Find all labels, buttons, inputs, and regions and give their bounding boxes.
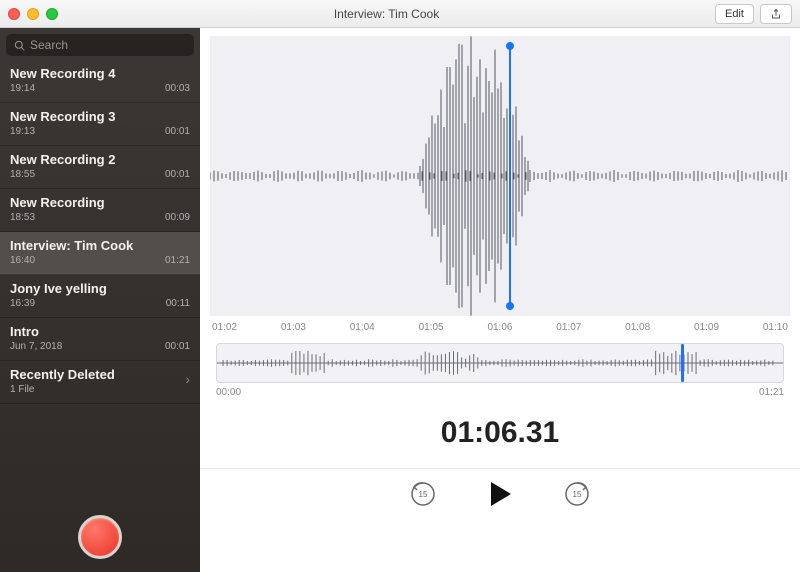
play-icon <box>485 479 515 509</box>
window-titlebar: Interview: Tim Cook Edit <box>0 0 800 28</box>
timeline-tick: 01:10 <box>763 322 788 333</box>
recording-name: New Recording 4 <box>10 66 190 81</box>
recording-duration: 00:11 <box>166 298 190 309</box>
recording-duration: 00:01 <box>165 341 190 352</box>
window-title: Interview: Tim Cook <box>58 7 715 21</box>
recording-name: New Recording 2 <box>10 152 190 167</box>
recording-name: New Recording <box>10 195 190 210</box>
recording-time: 18:53 <box>10 212 35 223</box>
timeline-tick: 01:02 <box>212 322 237 333</box>
close-window-button[interactable] <box>8 8 20 20</box>
playhead-handle-bottom[interactable] <box>506 302 514 310</box>
scrub-start-time: 00:00 <box>216 387 241 398</box>
waveform-detail[interactable] <box>210 36 790 316</box>
play-button[interactable] <box>485 479 515 509</box>
recording-duration: 00:01 <box>165 126 190 137</box>
timeline-tick: 01:04 <box>350 322 375 333</box>
timeline-ruler: 01:02 01:03 01:04 01:05 01:06 01:07 01:08 01:09… <box>200 316 800 343</box>
window-traffic-lights <box>8 8 58 20</box>
skip-forward-icon: 15 <box>563 480 591 508</box>
recording-time: 19:14 <box>10 83 35 94</box>
record-button[interactable] <box>78 515 122 559</box>
timeline-tick: 01:03 <box>281 322 306 333</box>
recording-time: 18:55 <box>10 169 35 180</box>
search-input[interactable]: Search <box>6 34 194 56</box>
edit-button[interactable]: Edit <box>715 4 754 24</box>
timeline-tick: 01:08 <box>625 322 650 333</box>
playback-controls: 15 15 <box>200 468 800 527</box>
recording-name: Jony Ive yelling <box>10 281 190 296</box>
svg-text:15: 15 <box>573 490 582 499</box>
timeline-tick: 01:06 <box>487 322 512 333</box>
recording-row[interactable]: Intro Jun 7, 2018 00:01 <box>0 318 200 361</box>
recently-deleted-row[interactable]: Recently Deleted 1 File › <box>0 361 200 404</box>
recording-duration: 01:21 <box>165 255 190 266</box>
playhead-handle-top[interactable] <box>506 42 514 50</box>
zoom-window-button[interactable] <box>46 8 58 20</box>
recording-row[interactable]: Interview: Tim Cook 16:40 01:21 <box>0 232 200 275</box>
current-time-display: 01:06.31 <box>200 416 800 450</box>
scrub-end-time: 01:21 <box>759 387 784 398</box>
recording-name: New Recording 3 <box>10 109 190 124</box>
scrubber: 00:00 01:21 <box>216 343 784 398</box>
recording-time: 16:39 <box>10 298 35 309</box>
search-icon <box>14 40 25 51</box>
recording-name: Intro <box>10 324 190 339</box>
skip-back-icon: 15 <box>409 480 437 508</box>
minimize-window-button[interactable] <box>27 8 39 20</box>
recording-name: Interview: Tim Cook <box>10 238 190 253</box>
main-panel: 01:02 01:03 01:04 01:05 01:06 01:07 01:08 01:09… <box>200 28 800 572</box>
recently-deleted-label: Recently Deleted <box>10 367 115 382</box>
timeline-tick: 01:07 <box>556 322 581 333</box>
recently-deleted-count: 1 File <box>10 384 115 395</box>
skip-back-15-button[interactable]: 15 <box>409 480 437 508</box>
scrubber-playhead[interactable] <box>681 344 684 382</box>
recording-row[interactable]: New Recording 3 19:13 00:01 <box>0 103 200 146</box>
record-toolbar <box>0 502 200 572</box>
search-placeholder: Search <box>30 38 68 52</box>
recording-duration: 00:01 <box>165 169 190 180</box>
scrubber-track[interactable] <box>216 343 784 383</box>
svg-text:15: 15 <box>419 490 428 499</box>
recording-time: Jun 7, 2018 <box>10 341 62 352</box>
recording-row[interactable]: New Recording 4 19:14 00:03 <box>0 60 200 103</box>
skip-forward-15-button[interactable]: 15 <box>563 480 591 508</box>
timeline-tick: 01:05 <box>419 322 444 333</box>
recording-duration: 00:03 <box>165 83 190 94</box>
share-button[interactable] <box>760 4 792 24</box>
recordings-list: New Recording 4 19:14 00:03 New Recording 3… <box>0 60 200 502</box>
share-icon <box>770 8 782 20</box>
recording-row[interactable]: New Recording 2 18:55 00:01 <box>0 146 200 189</box>
recording-row[interactable]: New Recording 18:53 00:09 <box>0 189 200 232</box>
recording-time: 16:40 <box>10 255 35 266</box>
recording-time: 19:13 <box>10 126 35 137</box>
timeline-tick: 01:09 <box>694 322 719 333</box>
chevron-right-icon: › <box>185 371 190 387</box>
sidebar: Search New Recording 419:1400:03New Reco… <box>0 28 200 572</box>
recording-duration: 00:09 <box>165 212 190 223</box>
recording-row[interactable]: Jony Ive yelling 16:39 00:11 <box>0 275 200 318</box>
